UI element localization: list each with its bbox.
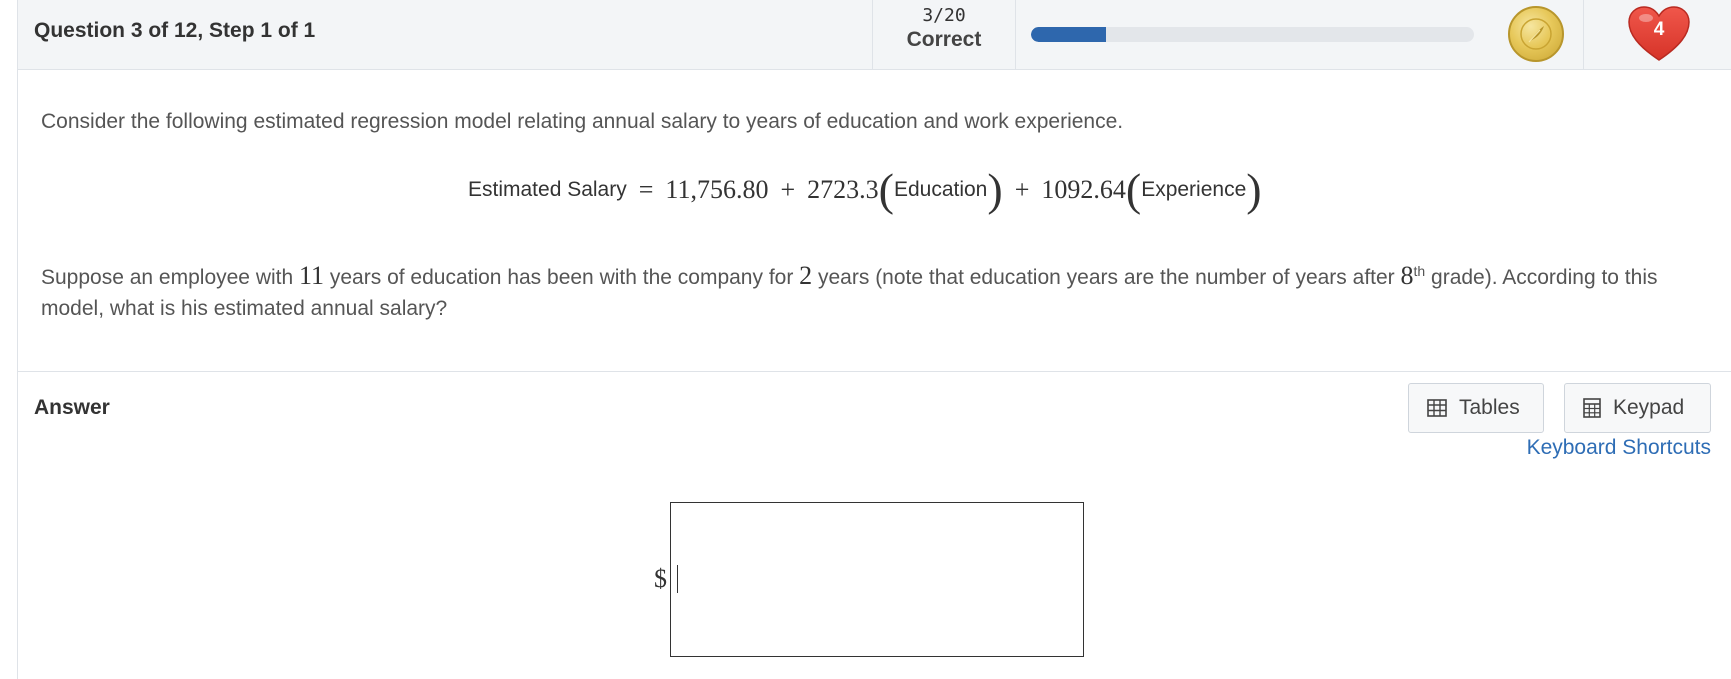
score-display: 3/20 Correct — [872, 0, 1016, 70]
equation-var-experience: Experience — [1141, 178, 1247, 201]
question-intro: Consider the following estimated regress… — [41, 110, 1124, 133]
tables-button-label: Tables — [1459, 396, 1520, 419]
prompt-text: Suppose an employee with — [41, 266, 299, 289]
grade-number: 8 — [1400, 261, 1414, 290]
equation-coef-experience: 1092.64 — [1041, 175, 1126, 204]
progress-bar — [1031, 27, 1474, 42]
answer-input-box[interactable] — [670, 502, 1084, 657]
text-cursor — [677, 565, 678, 593]
keyboard-shortcuts-link[interactable]: Keyboard Shortcuts — [1527, 436, 1711, 460]
education-years: 11 — [299, 261, 325, 290]
regression-equation: Estimated Salary = 11,756.80 + 2723.3 ( … — [468, 160, 1262, 220]
paren-open: ( — [878, 164, 894, 215]
keypad-button[interactable]: Keypad — [1564, 383, 1711, 433]
equation-var-education: Education — [893, 178, 988, 201]
question-panel: Question 3 of 12, Step 1 of 1 3/20 Corre… — [17, 0, 1731, 679]
paren-open: ( — [1125, 164, 1142, 215]
equation-equals: = — [638, 175, 654, 204]
prompt-text: years (note that education years are the… — [812, 266, 1401, 289]
question-title: Question 3 of 12, Step 1 of 1 — [34, 19, 316, 42]
table-icon — [1427, 399, 1447, 417]
progress-bar-fill — [1031, 27, 1107, 42]
coin-icon[interactable] — [1508, 6, 1564, 62]
equation-plus: + — [1014, 175, 1030, 204]
answer-heading: Answer — [34, 396, 110, 419]
score-fraction: 3/20 — [922, 5, 966, 26]
keypad-button-label: Keypad — [1613, 396, 1685, 419]
question-header: Question 3 of 12, Step 1 of 1 3/20 Corre… — [18, 0, 1731, 70]
equation-lhs: Estimated Salary — [468, 178, 627, 201]
header-divider — [1583, 0, 1584, 70]
paren-close: ) — [987, 164, 1003, 215]
feather-icon — [1520, 18, 1552, 50]
section-divider — [18, 371, 1731, 372]
equation-coef-education: 2723.3 — [807, 175, 879, 204]
equation-intercept: 11,756.80 — [665, 175, 769, 204]
currency-prefix: $ — [654, 564, 667, 593]
experience-years: 2 — [799, 261, 813, 290]
tables-button[interactable]: Tables — [1408, 383, 1544, 433]
prompt-text: years of education has been with the com… — [324, 266, 800, 289]
score-status: Correct — [906, 28, 982, 51]
lives-count: 4 — [1653, 19, 1665, 40]
paren-close: ) — [1246, 164, 1262, 215]
grade-suffix: th — [1413, 263, 1426, 279]
question-prompt: Suppose an employee with 11 years of edu… — [41, 256, 1711, 324]
equation-plus: + — [780, 175, 796, 204]
calculator-icon — [1583, 398, 1601, 418]
